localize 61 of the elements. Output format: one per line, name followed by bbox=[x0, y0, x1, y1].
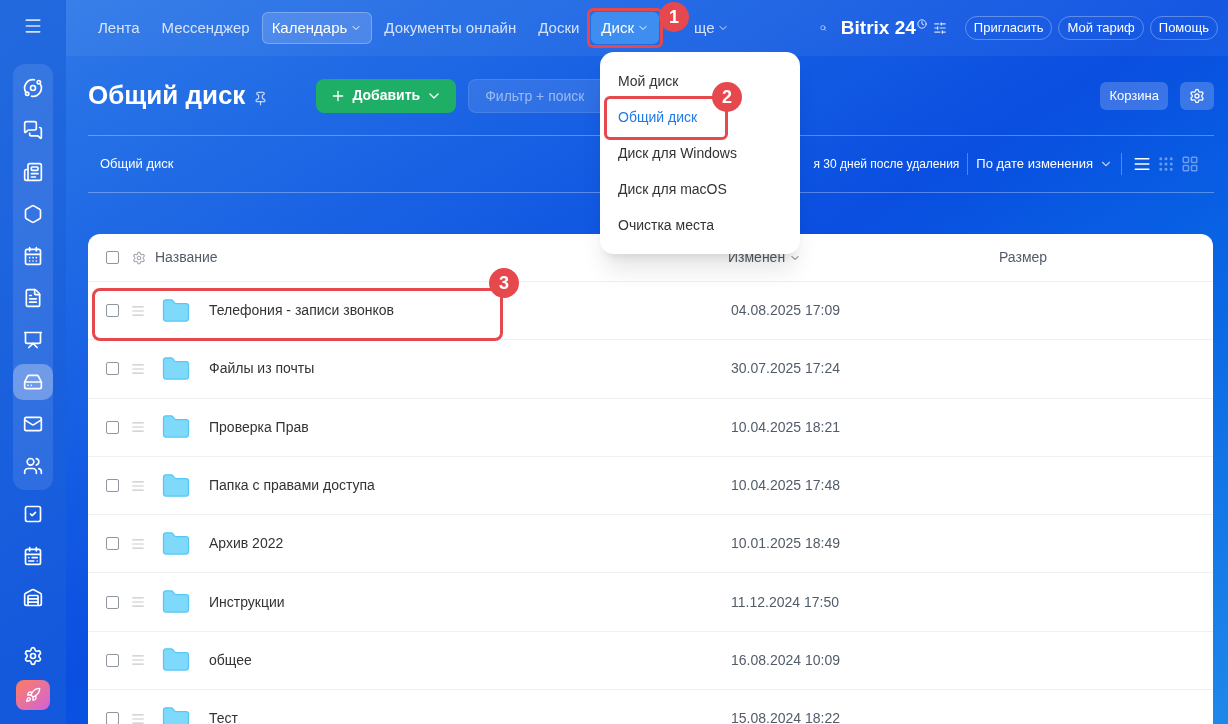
drive-icon[interactable] bbox=[13, 364, 53, 400]
nav-tab[interactable]: Мессенджер bbox=[151, 12, 260, 44]
drag-handle-icon bbox=[131, 653, 145, 668]
file-name[interactable]: Тест bbox=[209, 710, 238, 724]
sort-dropdown[interactable]: По дате изменения bbox=[976, 154, 1113, 174]
nav-tab[interactable]: Доски bbox=[528, 12, 590, 44]
modified-date: 10.01.2025 18:49 bbox=[731, 534, 840, 554]
pin-icon bbox=[253, 91, 269, 106]
checkbox[interactable] bbox=[106, 595, 119, 609]
checkbox[interactable] bbox=[106, 537, 119, 551]
drag-handle-icon bbox=[131, 420, 145, 435]
rocket-icon[interactable] bbox=[16, 680, 50, 710]
modified-date: 11.12.2024 17:50 bbox=[731, 592, 839, 612]
nav-tab[interactable]: Календарь bbox=[261, 12, 373, 44]
settings-icon[interactable] bbox=[1180, 81, 1214, 110]
nav-tab[interactable]: Документы онлайн bbox=[374, 12, 527, 44]
drag-handle-icon bbox=[131, 595, 145, 610]
breadcrumb[interactable]: Общий диск bbox=[100, 154, 174, 174]
sliders-icon bbox=[932, 21, 947, 35]
checkbox[interactable] bbox=[106, 420, 119, 434]
checkbox[interactable] bbox=[106, 479, 119, 493]
drag-handle-icon bbox=[131, 361, 145, 376]
file-name[interactable]: Папка с правами доступа bbox=[209, 477, 375, 494]
file-name[interactable]: Архив 2022 bbox=[209, 535, 284, 552]
logo: Bitrix 24 bbox=[840, 15, 916, 40]
checkbox[interactable] bbox=[106, 712, 119, 724]
settings-icon bbox=[132, 250, 146, 265]
file-name[interactable]: Инструкции bbox=[209, 593, 285, 610]
column-header[interactable]: Название bbox=[155, 247, 728, 268]
nav-tab[interactable]: ще bbox=[692, 12, 737, 44]
drag-handle-icon bbox=[131, 536, 145, 551]
modified-date: 10.04.2025 18:21 bbox=[731, 417, 840, 437]
trash-button[interactable]: Корзина bbox=[1100, 81, 1168, 110]
modified-date: 30.07.2025 17:24 bbox=[731, 359, 840, 379]
modified-date: 16.08.2024 10:09 bbox=[731, 650, 840, 670]
notice-text: я 30 дней после удаления bbox=[813, 156, 960, 173]
file-name[interactable]: общее bbox=[209, 651, 252, 668]
modified-date: 10.04.2025 17:48 bbox=[731, 476, 840, 496]
checkbox[interactable] bbox=[106, 653, 119, 667]
page-title: Общий диск bbox=[88, 79, 246, 112]
step-badge: 1 bbox=[659, 2, 689, 32]
drag-handle-icon bbox=[131, 711, 145, 724]
menu-item[interactable]: Мой диск bbox=[618, 70, 679, 92]
clock-icon bbox=[916, 19, 927, 29]
file-name[interactable]: Телефония - записи звонков bbox=[209, 302, 394, 319]
modified-date: 04.08.2025 17:09 bbox=[731, 301, 840, 321]
checkbox[interactable] bbox=[106, 362, 119, 376]
menu-item[interactable]: Диск для macOS bbox=[618, 178, 727, 200]
menu-item[interactable]: Общий диск bbox=[618, 106, 698, 128]
checkbox[interactable] bbox=[106, 251, 119, 264]
column-header[interactable]: Размер bbox=[999, 247, 1048, 268]
file-name[interactable]: Проверка Прав bbox=[209, 418, 309, 435]
menu-item[interactable]: Очистка места bbox=[618, 214, 714, 236]
modified-date: 15.08.2024 18:22 bbox=[731, 709, 840, 724]
menu-icon[interactable] bbox=[23, 16, 43, 36]
drag-handle-icon bbox=[131, 478, 145, 493]
menu-item[interactable]: Диск для Windows bbox=[618, 142, 737, 164]
column-header[interactable]: Изменен bbox=[728, 247, 999, 268]
checkbox[interactable] bbox=[106, 304, 119, 318]
drag-handle-icon bbox=[131, 303, 145, 318]
file-name[interactable]: Файлы из почты bbox=[209, 360, 315, 377]
